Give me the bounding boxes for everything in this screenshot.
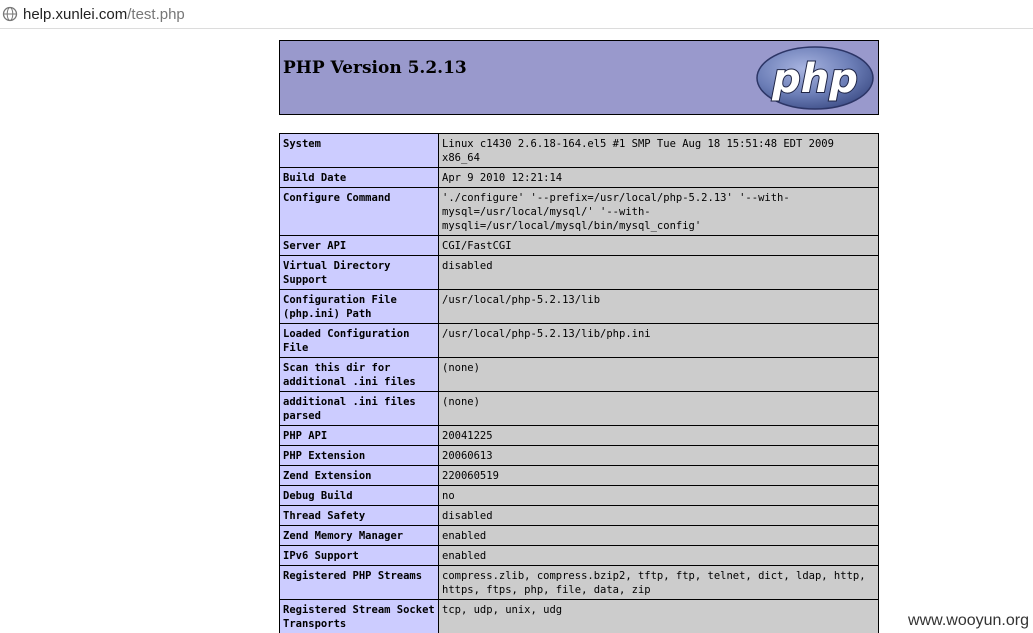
row-label: Zend Memory Manager xyxy=(279,525,439,546)
row-value: tcp, udp, unix, udg xyxy=(438,599,879,633)
row-value: no xyxy=(438,485,879,506)
table-row: Zend Extension 220060519 xyxy=(279,465,879,486)
table-row: Server API CGI/FastCGI xyxy=(279,235,879,256)
row-label: Virtual Directory Support xyxy=(279,255,439,290)
url-path: /test.php xyxy=(127,5,185,23)
address-bar[interactable]: help.xunlei.com/test.php xyxy=(0,0,1033,29)
row-value: 20041225 xyxy=(438,425,879,446)
table-row: PHP Extension 20060613 xyxy=(279,445,879,466)
row-value: 20060613 xyxy=(438,445,879,466)
row-label: Server API xyxy=(279,235,439,256)
row-value: disabled xyxy=(438,505,879,526)
php-logo-text: php xyxy=(771,56,858,102)
row-label: PHP Extension xyxy=(279,445,439,466)
row-value: Apr 9 2010 12:21:14 xyxy=(438,167,879,188)
table-row: Configuration File (php.ini) Path/usr/lo… xyxy=(279,289,879,324)
php-version-header: PHP Version 5.2.13 php xyxy=(279,40,879,115)
table-row: Thread Safety disabled xyxy=(279,505,879,526)
url-text[interactable]: help.xunlei.com/test.php xyxy=(23,6,185,23)
table-row: Registered PHP Streams compress.zlib, com… xyxy=(279,565,879,600)
row-label: additional .ini files parsed xyxy=(279,391,439,426)
row-label: Loaded Configuration File xyxy=(279,323,439,358)
table-row: Loaded Configuration File/usr/local/php-… xyxy=(279,323,879,358)
page-title: PHP Version 5.2.13 xyxy=(283,58,467,78)
row-label: Build Date xyxy=(279,167,439,188)
table-row: Debug Build no xyxy=(279,485,879,506)
row-label: Thread Safety xyxy=(279,505,439,526)
php-info-table: System Linux c1430 2.6.18-164.el5 #1 SMP … xyxy=(279,133,879,633)
row-value: './configure' '--prefix=/usr/local/php-5… xyxy=(438,187,879,236)
table-row: Zend Memory Manager enabled xyxy=(279,525,879,546)
table-row: IPv6 Support enabled xyxy=(279,545,879,566)
row-value: enabled xyxy=(438,525,879,546)
row-label: System xyxy=(279,133,439,168)
row-value: (none) xyxy=(438,391,879,426)
row-label: PHP API xyxy=(279,425,439,446)
row-label: Debug Build xyxy=(279,485,439,506)
table-row: Virtual Directory Support disabled xyxy=(279,255,879,290)
row-label: Zend Extension xyxy=(279,465,439,486)
row-label: Registered PHP Streams xyxy=(279,565,439,600)
table-row: additional .ini files parsed (none) xyxy=(279,391,879,426)
table-row: Configure Command './configure' '--prefix… xyxy=(279,187,879,236)
row-label: Scan this dir for additional .ini files xyxy=(279,357,439,392)
row-label: Registered Stream Socket Transports xyxy=(279,599,439,633)
watermark: www.wooyun.org xyxy=(906,611,1031,631)
row-value: CGI/FastCGI xyxy=(438,235,879,256)
row-value: enabled xyxy=(438,545,879,566)
row-label: Configuration File (php.ini) Path xyxy=(279,289,439,324)
row-label: IPv6 Support xyxy=(279,545,439,566)
row-value: Linux c1430 2.6.18-164.el5 #1 SMP Tue Au… xyxy=(438,133,879,168)
table-row: Registered Stream Socket Transports tcp, … xyxy=(279,599,879,633)
row-value: /usr/local/php-5.2.13/lib xyxy=(438,289,879,324)
row-label: Configure Command xyxy=(279,187,439,236)
row-value: compress.zlib, compress.bzip2, tftp, ftp… xyxy=(438,565,879,600)
row-value: 220060519 xyxy=(438,465,879,486)
table-row: Build Date Apr 9 2010 12:21:14 xyxy=(279,167,879,188)
table-row: Scan this dir for additional .ini files(… xyxy=(279,357,879,392)
table-row: PHP API 20041225 xyxy=(279,425,879,446)
row-value: (none) xyxy=(438,357,879,392)
row-value: /usr/local/php-5.2.13/lib/php.ini xyxy=(438,323,879,358)
url-host: help.xunlei.com xyxy=(23,5,128,23)
php-logo[interactable]: php xyxy=(755,45,875,111)
table-row: System Linux c1430 2.6.18-164.el5 #1 SMP … xyxy=(279,133,879,168)
row-value: disabled xyxy=(438,255,879,290)
globe-icon xyxy=(2,6,18,22)
